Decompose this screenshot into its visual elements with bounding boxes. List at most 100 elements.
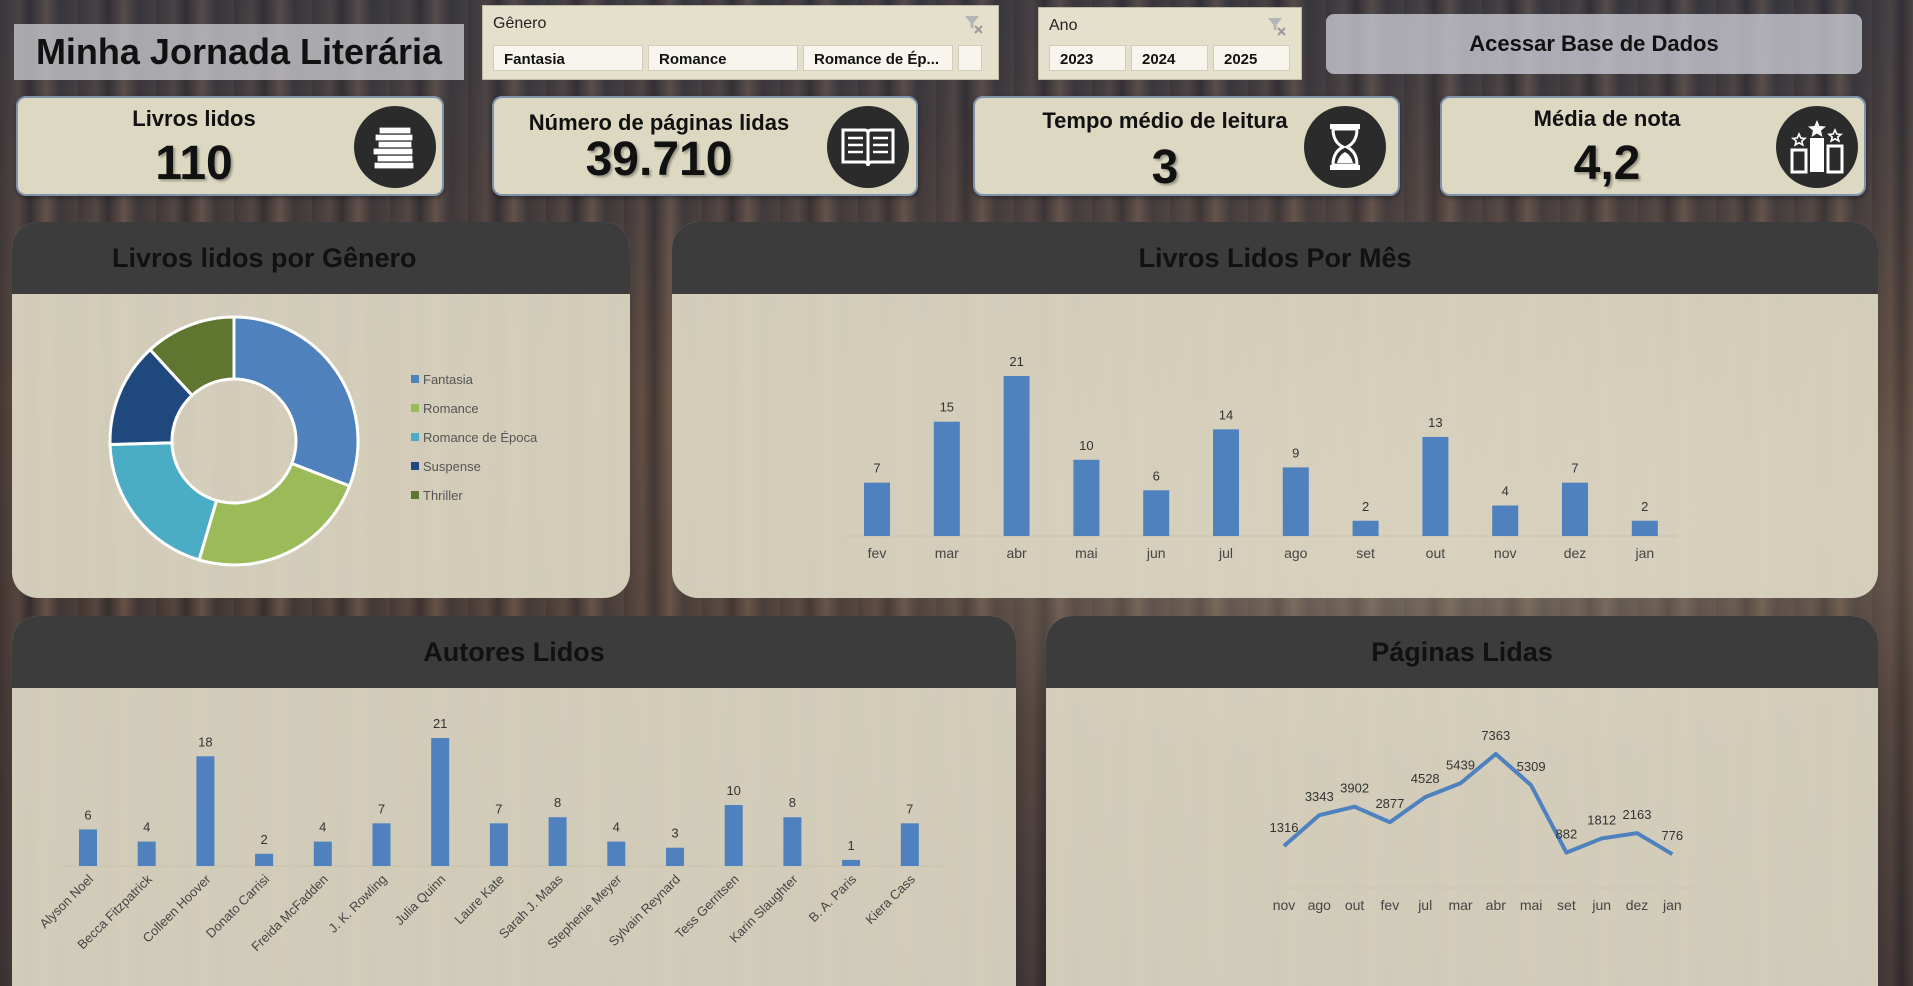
bar — [1073, 459, 1100, 536]
tick-label: out — [1426, 545, 1446, 561]
data-label: 8 — [789, 795, 796, 810]
access-database-button[interactable]: Acessar Base de Dados — [1326, 14, 1862, 74]
legend-swatch — [411, 375, 419, 383]
hourglass-icon — [1304, 106, 1386, 188]
kpi-label: Tempo médio de leitura — [1042, 108, 1288, 133]
bar — [431, 738, 450, 866]
data-label: 2 — [1641, 499, 1648, 514]
data-label: 7 — [906, 801, 913, 816]
authors-chart-panel: Autores Lidos 6 Alyson Noel 4 Becca Fitzpat… — [12, 616, 1016, 986]
kpi-average-reading-time: Tempo médio de leitura 3 — [973, 96, 1400, 196]
bar — [1143, 490, 1170, 536]
data-label: 2877 — [1375, 796, 1404, 811]
tick-label: mai — [1075, 545, 1098, 561]
data-label: 7 — [1571, 461, 1578, 476]
data-label: 7 — [495, 801, 502, 816]
data-label: 1316 — [1270, 820, 1299, 835]
data-label: 4 — [613, 820, 620, 835]
slicer-item-fantasia[interactable]: Fantasia — [493, 45, 643, 71]
donut-slice — [108, 441, 219, 562]
data-label: 5439 — [1446, 757, 1475, 772]
monthly-bar-chart: 7 fev 15 mar 21 abr 10 mai 6 jun 14 jul 9 ago 2 set 13 ou… — [842, 354, 1678, 561]
data-label: 5309 — [1517, 759, 1546, 774]
slicer-item-2023[interactable]: 2023 — [1049, 45, 1126, 71]
bar — [1213, 429, 1239, 536]
tick-label: set — [1557, 897, 1576, 913]
data-label: 7363 — [1481, 728, 1510, 743]
legend-label: Fantasia — [423, 372, 474, 387]
tick-label: Julia Quinn — [392, 872, 449, 929]
tick-label: J. K. Rowling — [325, 872, 389, 936]
data-label: 2 — [260, 832, 267, 847]
bar — [666, 847, 684, 866]
clear-filter-icon[interactable] — [964, 14, 984, 34]
data-label: 6 — [1153, 468, 1160, 483]
data-label: 9 — [1292, 445, 1299, 460]
bar — [607, 841, 626, 866]
kpi-value: 3 — [1151, 141, 1179, 194]
data-label: 3343 — [1305, 789, 1334, 804]
tick-label: dez — [1564, 545, 1587, 561]
data-label: 8 — [554, 795, 561, 810]
data-label: 4 — [1502, 484, 1509, 499]
open-book-icon — [827, 106, 909, 188]
bar — [783, 817, 802, 866]
pages-line-chart: 1316 nov 3343 ago 3902 out 2877 fev 4528 jul 5439 m… — [1264, 728, 1698, 913]
legend-label: Suspense — [423, 459, 481, 474]
tick-label: mai — [1520, 897, 1543, 913]
genre-slicer-title: Gênero — [493, 15, 547, 32]
clear-filter-icon[interactable] — [1267, 16, 1287, 36]
tick-label: ago — [1284, 545, 1308, 561]
bar — [900, 823, 919, 866]
donut-slice — [232, 315, 360, 488]
data-label: 14 — [1219, 407, 1233, 422]
legend-label: Thriller — [423, 488, 463, 503]
data-label: 776 — [1661, 828, 1683, 843]
bar — [1003, 376, 1030, 536]
tick-label: nov — [1273, 897, 1296, 913]
tick-label: dez — [1626, 897, 1649, 913]
kpi-value: 4,2 — [1573, 137, 1641, 190]
slicer-item-romance[interactable]: Romance — [648, 45, 798, 71]
data-label: 21 — [433, 716, 447, 731]
slicer-item-more[interactable] — [958, 45, 982, 71]
genre-slicer[interactable]: Gênero Fantasia Romance Romance de Ép... — [482, 5, 999, 80]
bar — [1562, 482, 1588, 536]
data-label: 4 — [319, 820, 326, 835]
bar — [372, 823, 391, 866]
slicer-item-2024[interactable]: 2024 — [1131, 45, 1208, 71]
tick-label: jun — [1146, 545, 1166, 561]
books-stack-icon — [354, 106, 436, 188]
legend-swatch — [411, 462, 419, 470]
data-label: 4 — [143, 820, 150, 835]
bar — [933, 421, 960, 536]
data-label: 6 — [84, 807, 91, 822]
series-line — [1282, 752, 1674, 856]
slicer-item-romance-de-epoca[interactable]: Romance de Ép... — [803, 45, 953, 71]
tick-label: mar — [935, 545, 959, 561]
podium-stars-icon — [1776, 106, 1858, 188]
bar — [255, 853, 274, 866]
data-label: 13 — [1428, 415, 1442, 430]
slicer-item-2025[interactable]: 2025 — [1213, 45, 1290, 71]
bar — [864, 482, 890, 536]
bar — [842, 859, 861, 866]
data-label: 2163 — [1623, 807, 1652, 822]
tick-label: Laure Kate — [451, 872, 507, 928]
kpi-books-read: Livros lidos 110 — [16, 96, 444, 196]
tick-label: abr — [1486, 897, 1507, 913]
tick-label: jul — [1417, 897, 1432, 913]
data-label: 15 — [940, 400, 954, 415]
bar — [724, 805, 743, 866]
year-slicer[interactable]: Ano 2023 2024 2025 — [1038, 7, 1302, 80]
legend-label: Romance de Época — [423, 430, 538, 445]
tick-label: Alyson Noel — [36, 871, 96, 931]
data-label: 4528 — [1411, 771, 1440, 786]
tick-label: out — [1345, 897, 1365, 913]
tick-label: abr — [1006, 545, 1027, 561]
tick-label: B. A. Paris — [806, 871, 860, 925]
bar — [196, 756, 215, 866]
donut-slice — [197, 461, 352, 567]
tick-label: jan — [1662, 897, 1682, 913]
legend-label: Romance — [423, 401, 479, 416]
